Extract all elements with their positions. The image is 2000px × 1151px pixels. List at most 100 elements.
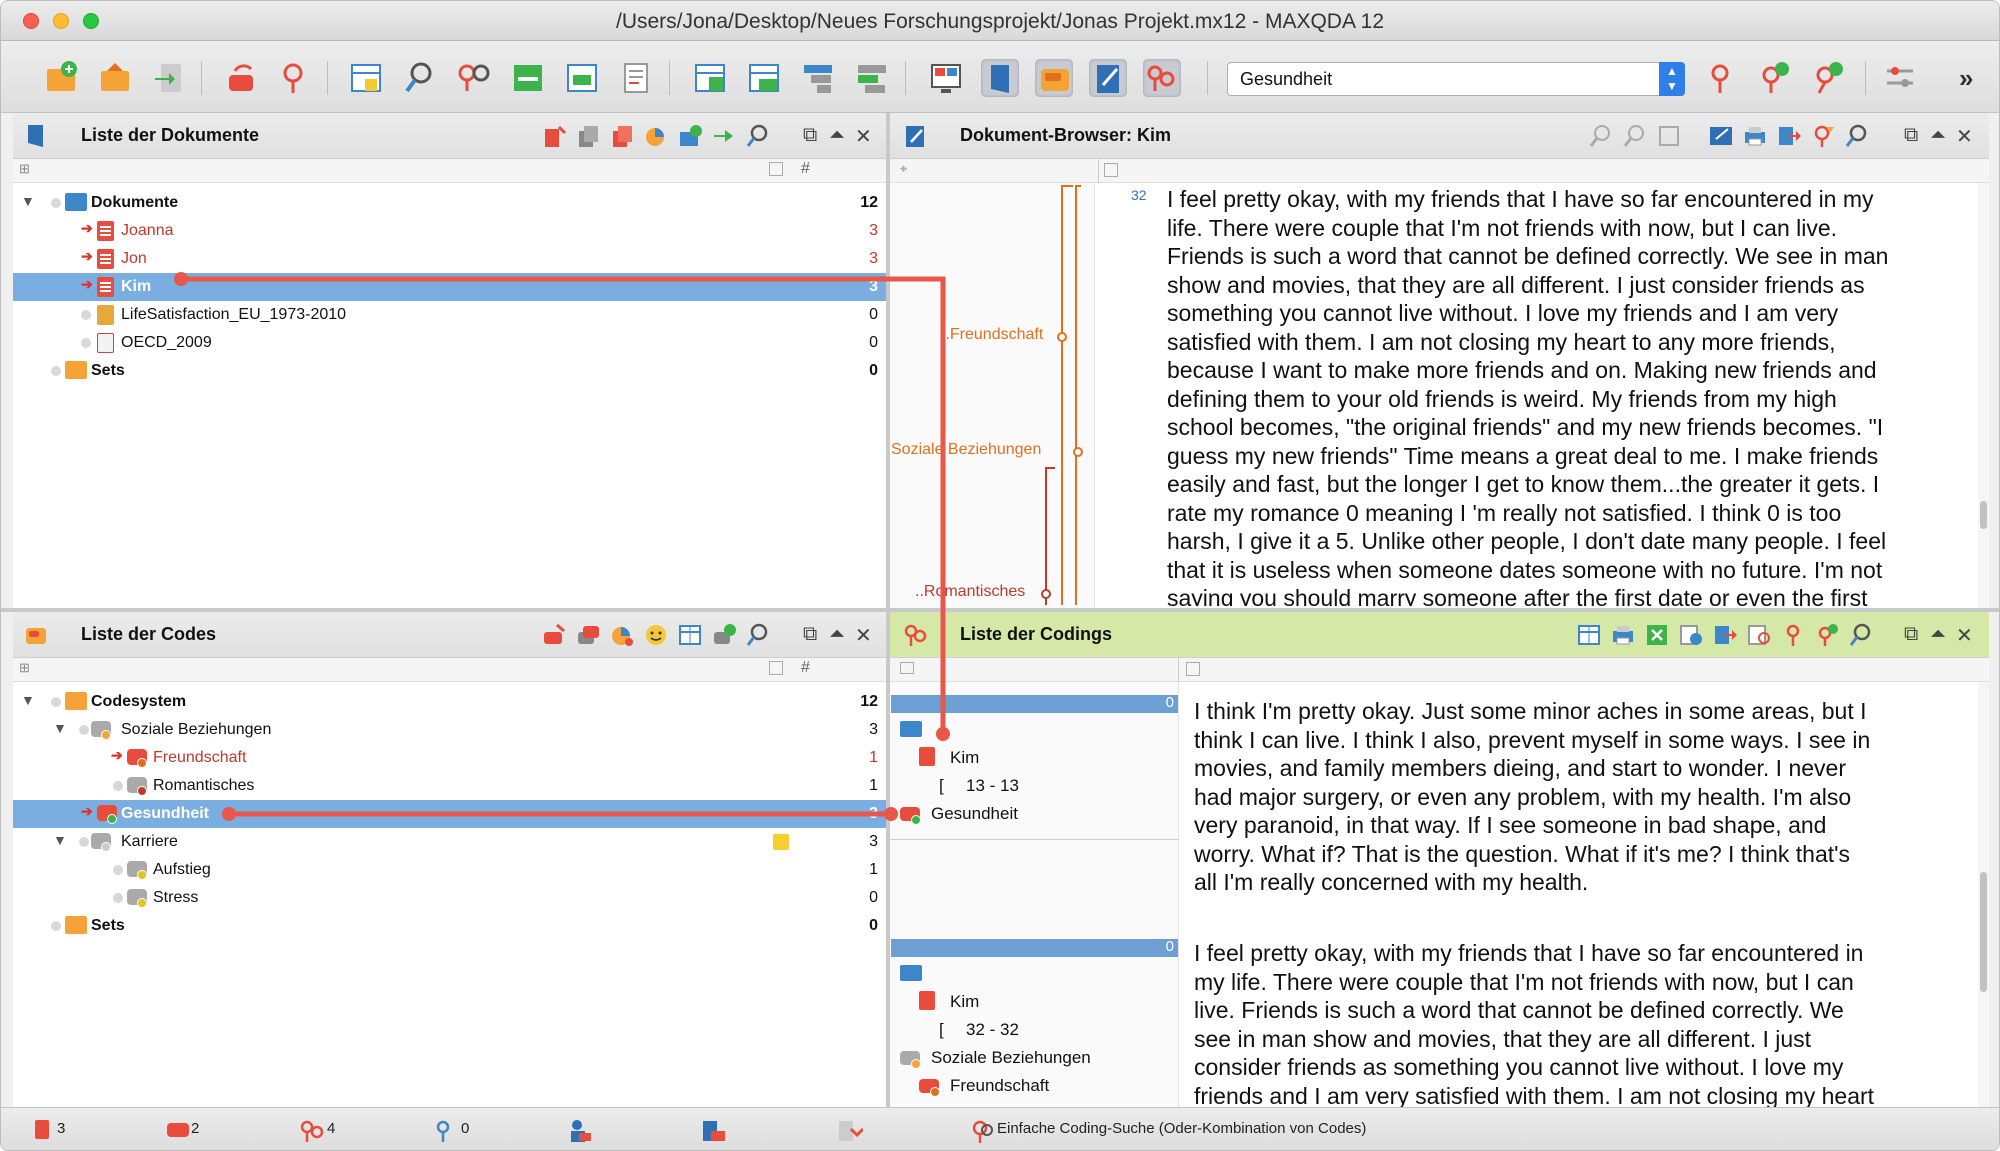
tree-row-aufstieg[interactable]: Aufstieg 1 [13, 856, 886, 884]
tree-row-codesystem[interactable]: ▼ Codesystem 12 [13, 688, 886, 716]
document-browser-toggle-icon[interactable] [1089, 59, 1127, 97]
close-pane-icon[interactable]: ✕ [855, 623, 872, 648]
collapse-triangle-icon[interactable]: ▼ [53, 832, 67, 848]
zoom-100-icon[interactable] [1656, 123, 1682, 149]
tree-row-kim[interactable]: ➔ Kim 3 [13, 273, 886, 301]
add-code-small-icon[interactable] [1814, 622, 1840, 648]
zoom-in-icon[interactable] [1588, 123, 1614, 149]
new-set-icon[interactable] [677, 123, 703, 149]
zoom-out-icon[interactable] [1622, 123, 1648, 149]
vertical-scrollbar[interactable] [1978, 183, 1989, 608]
export-codings-icon[interactable] [1712, 622, 1738, 648]
activate-icon[interactable] [541, 123, 567, 149]
undock-icon[interactable]: ⧉ [803, 124, 817, 147]
code-pin-icon[interactable] [1701, 59, 1739, 97]
undo-code-icon[interactable] [223, 59, 261, 97]
tree-row-gesundheit[interactable]: ➔ Gesundheit 3 [13, 800, 886, 828]
web-export-icon[interactable] [1678, 622, 1704, 648]
print-icon[interactable] [1742, 123, 1768, 149]
code-table-icon[interactable] [677, 622, 703, 648]
layout-icon[interactable] [927, 59, 965, 97]
table-icon[interactable] [347, 59, 385, 97]
memo-note-icon[interactable] [773, 834, 789, 850]
document-text[interactable]: I feel pretty okay, with my friends that… [1167, 185, 1967, 606]
maximize-icon[interactable]: ⏶ [829, 124, 845, 147]
maximize-icon[interactable]: ⏶ [829, 623, 845, 646]
profile-icon[interactable] [853, 59, 891, 97]
scrollbar-thumb[interactable] [1980, 501, 1987, 529]
code-matrix-icon[interactable] [691, 59, 729, 97]
maximize-icon[interactable]: ⏶ [1930, 623, 1946, 646]
emoticode-icon[interactable] [643, 622, 669, 648]
tree-row-soziale-beziehungen[interactable]: ▼ Soziale Beziehungen 3 [13, 716, 886, 744]
undock-icon[interactable]: ⧉ [1904, 623, 1918, 646]
search-codes-icon[interactable] [745, 622, 771, 648]
export-icon[interactable] [1776, 123, 1802, 149]
tree-row-stress[interactable]: Stress 0 [13, 884, 886, 912]
quick-code-combo[interactable]: Gesundheit ▲ ▼ [1227, 62, 1685, 96]
import-folder-icon[interactable] [97, 59, 135, 97]
collapse-triangle-icon[interactable]: ▼ [53, 720, 67, 736]
tree-row-dokumente[interactable]: ▼ Dokumente 12 [13, 189, 886, 217]
tree-row-freundschaft[interactable]: ➔ Freundschaft 1 [13, 744, 886, 772]
search-docs-icon[interactable] [745, 123, 771, 149]
stripe-label-romantisches[interactable]: ..Romantisches [915, 583, 1025, 601]
search-icon[interactable] [401, 59, 439, 97]
close-pane-icon[interactable]: ✕ [1956, 124, 1973, 149]
code-filter-icon[interactable] [1810, 123, 1836, 149]
tree-row-joanna[interactable]: ➔ Joanna 3 [13, 217, 886, 245]
add-code-icon[interactable] [1809, 59, 1847, 97]
chart-icon[interactable] [643, 123, 669, 149]
close-pane-icon[interactable]: ✕ [1956, 623, 1973, 648]
coding-code-name[interactable]: Freundschaft [950, 1076, 1049, 1096]
document-system-toggle-icon[interactable] [981, 59, 1019, 97]
codes-doc-icon[interactable] [609, 123, 635, 149]
settings-icon[interactable] [1881, 59, 1919, 97]
code-chart-icon[interactable] [609, 622, 635, 648]
excel-export-icon[interactable] [1644, 622, 1670, 648]
undock-icon[interactable]: ⧉ [1904, 124, 1918, 147]
code-search-icon[interactable] [455, 59, 493, 97]
import-doc-icon[interactable] [711, 123, 737, 149]
code-system-toggle-icon[interactable] [1035, 59, 1073, 97]
collapse-triangle-icon[interactable]: ▼ [21, 193, 35, 209]
code-pin-small-icon[interactable] [1780, 622, 1806, 648]
stripe-label-soziale[interactable]: Soziale Beziehungen [891, 441, 1041, 459]
undock-icon[interactable]: ⧉ [803, 623, 817, 646]
edit-mode-icon[interactable] [1708, 123, 1734, 149]
search-codings-icon[interactable] [1848, 622, 1874, 648]
tree-row-lifesatisfaction[interactable]: LifeSatisfaction_EU_1973-2010 0 [13, 301, 886, 329]
copy-codes-icon[interactable] [575, 622, 601, 648]
coding-code-name[interactable]: Gesundheit [931, 804, 1018, 824]
coding-document-name[interactable]: Kim [950, 748, 979, 768]
overview-table-icon[interactable] [1576, 622, 1602, 648]
copy-icon[interactable] [575, 123, 601, 149]
maximize-icon[interactable]: ⏶ [1930, 124, 1946, 147]
toolbar-overflow-button[interactable]: » [1959, 63, 1973, 94]
new-code-pane-icon[interactable] [711, 622, 737, 648]
code-link-icon[interactable] [277, 59, 315, 97]
tree-row-romantisches[interactable]: Romantisches 1 [13, 772, 886, 800]
collapse-triangle-icon[interactable]: ▼ [21, 692, 35, 708]
close-pane-icon[interactable]: ✕ [855, 124, 872, 149]
memo-icon[interactable] [617, 59, 655, 97]
search-browser-icon[interactable] [1844, 123, 1870, 149]
stripe-label-freundschaft[interactable]: ..Freundschaft [941, 326, 1043, 344]
overview-icon[interactable] [563, 59, 601, 97]
tree-row-code-sets[interactable]: Sets 0 [13, 912, 886, 940]
print-codings-icon[interactable] [1610, 622, 1636, 648]
tree-row-karriere[interactable]: ▼ Karriere 3 [13, 828, 886, 856]
comparison-icon[interactable] [799, 59, 837, 97]
retrieved-segments-toggle-icon[interactable] [1143, 59, 1181, 97]
coding-document-name[interactable]: Kim [950, 992, 979, 1012]
chevron-updown-icon[interactable]: ▲ ▼ [1659, 62, 1685, 96]
horizontal-splitter[interactable] [1, 608, 1999, 612]
new-document-icon[interactable] [43, 59, 81, 97]
coding-code-name[interactable]: Soziale Beziehungen [931, 1048, 1091, 1068]
code-relations-icon[interactable] [745, 59, 783, 97]
new-code-icon[interactable] [1755, 59, 1793, 97]
tree-row-sets[interactable]: Sets 0 [13, 357, 886, 385]
activate-codes-icon[interactable] [541, 622, 567, 648]
coding-text[interactable]: I feel pretty okay, with my friends that… [1194, 939, 1984, 1107]
tree-row-oecd[interactable]: OECD_2009 0 [13, 329, 886, 357]
